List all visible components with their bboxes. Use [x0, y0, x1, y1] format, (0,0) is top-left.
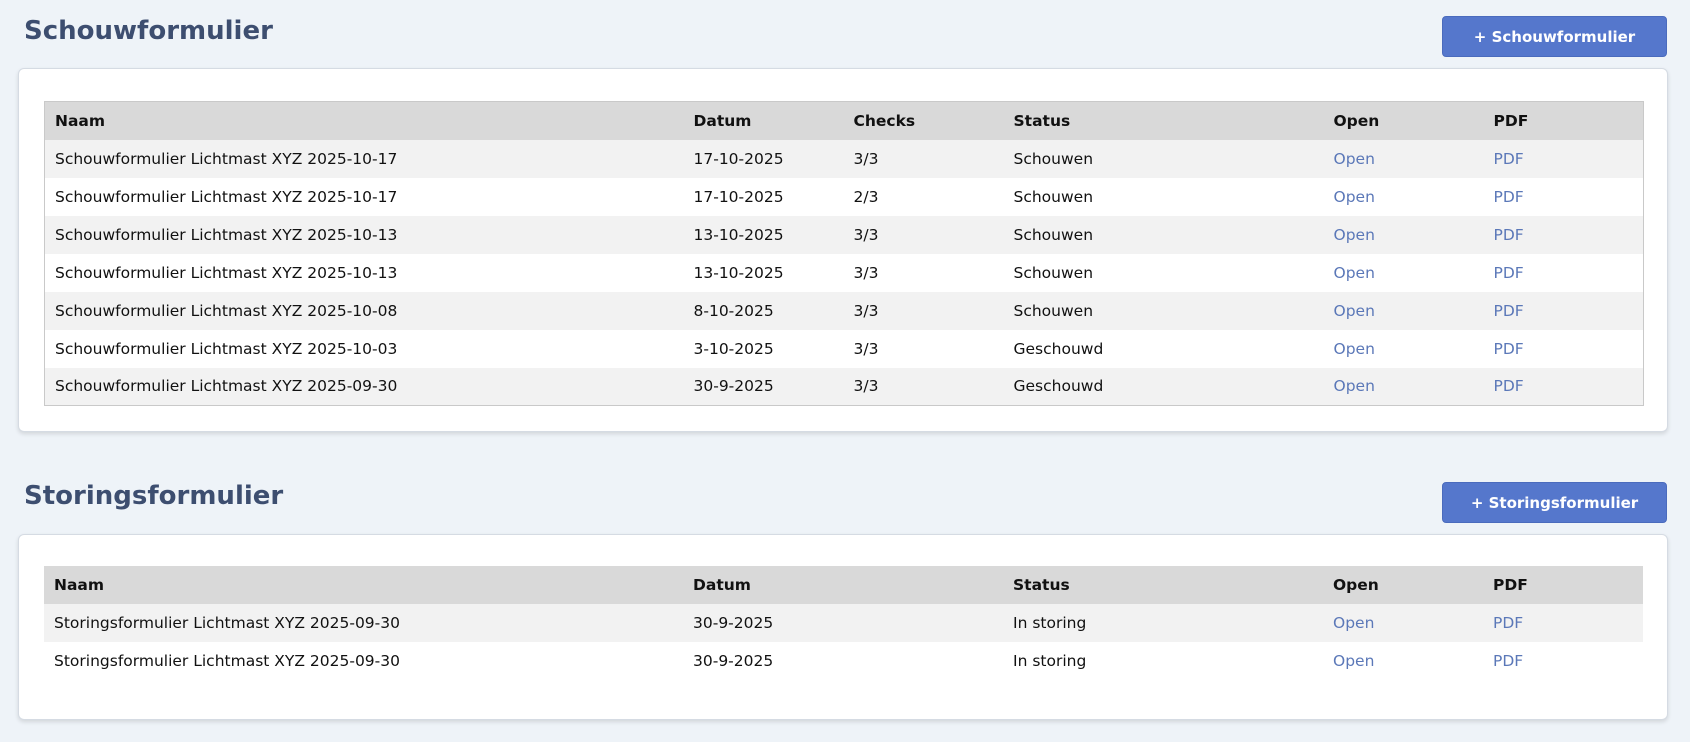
table-row: Schouwformulier Lichtmast XYZ 2025-10-13…	[44, 215, 1644, 254]
open-link[interactable]: Open	[1323, 253, 1484, 292]
cell-status: Geschouwd	[1003, 367, 1324, 406]
cell-naam: Schouwformulier Lichtmast XYZ 2025-10-13	[44, 253, 684, 292]
storingsformulier-card: Naam Datum Status Open PDF Storingsformu…	[18, 534, 1668, 720]
pdf-link[interactable]: PDF	[1483, 329, 1644, 368]
pdf-link[interactable]: PDF	[1483, 253, 1644, 292]
column-header-naam: Naam	[44, 101, 684, 140]
cell-status: Schouwen	[1003, 139, 1324, 178]
column-header-datum: Datum	[683, 566, 1003, 604]
column-header-naam: Naam	[44, 566, 683, 604]
open-link[interactable]: Open	[1323, 642, 1483, 680]
pdf-link[interactable]: PDF	[1483, 367, 1644, 406]
table-row: Schouwformulier Lichtmast XYZ 2025-09-30…	[44, 367, 1644, 406]
table-row: Schouwformulier Lichtmast XYZ 2025-10-03…	[44, 329, 1644, 368]
open-link[interactable]: Open	[1323, 177, 1484, 216]
table-row: Schouwformulier Lichtmast XYZ 2025-10-17…	[44, 139, 1644, 178]
cell-datum: 13-10-2025	[683, 215, 844, 254]
column-header-open: Open	[1323, 101, 1484, 140]
cell-datum: 8-10-2025	[683, 291, 844, 330]
open-link[interactable]: Open	[1323, 604, 1483, 642]
pdf-link[interactable]: PDF	[1483, 139, 1644, 178]
cell-datum: 17-10-2025	[683, 177, 844, 216]
cell-datum: 3-10-2025	[683, 329, 844, 368]
cell-checks: 3/3	[843, 139, 1004, 178]
cell-status: Schouwen	[1003, 291, 1324, 330]
pdf-link[interactable]: PDF	[1483, 291, 1644, 330]
cell-status: Geschouwd	[1003, 329, 1324, 368]
column-header-status: Status	[1003, 101, 1324, 140]
cell-datum: 13-10-2025	[683, 253, 844, 292]
cell-status: Schouwen	[1003, 215, 1324, 254]
schouwformulier-card: Naam Datum Checks Status Open PDF Schouw…	[18, 68, 1668, 432]
column-header-pdf: PDF	[1483, 566, 1643, 604]
cell-checks: 3/3	[843, 329, 1004, 368]
cell-status: Schouwen	[1003, 253, 1324, 292]
storingsformulier-table: Naam Datum Status Open PDF Storingsformu…	[44, 566, 1643, 680]
column-header-open: Open	[1323, 566, 1483, 604]
cell-datum: 30-9-2025	[683, 367, 844, 406]
table-row: Schouwformulier Lichtmast XYZ 2025-10-08…	[44, 291, 1644, 330]
column-header-checks: Checks	[843, 101, 1004, 140]
cell-naam: Schouwformulier Lichtmast XYZ 2025-10-17	[44, 177, 684, 216]
column-header-status: Status	[1003, 566, 1323, 604]
pdf-link[interactable]: PDF	[1483, 215, 1644, 254]
cell-naam: Schouwformulier Lichtmast XYZ 2025-10-03	[44, 329, 684, 368]
pdf-link[interactable]: PDF	[1483, 604, 1643, 642]
open-link[interactable]: Open	[1323, 291, 1484, 330]
cell-naam: Storingsformulier Lichtmast XYZ 2025-09-…	[44, 642, 683, 680]
cell-naam: Schouwformulier Lichtmast XYZ 2025-10-13	[44, 215, 684, 254]
table-header-row: Naam Datum Status Open PDF	[44, 566, 1643, 604]
cell-checks: 2/3	[843, 177, 1004, 216]
pdf-link[interactable]: PDF	[1483, 177, 1644, 216]
cell-naam: Storingsformulier Lichtmast XYZ 2025-09-…	[44, 604, 683, 642]
cell-checks: 3/3	[843, 291, 1004, 330]
table-row: Schouwformulier Lichtmast XYZ 2025-10-17…	[44, 177, 1644, 216]
table-row: Schouwformulier Lichtmast XYZ 2025-10-13…	[44, 253, 1644, 292]
table-row: Storingsformulier Lichtmast XYZ 2025-09-…	[44, 642, 1643, 680]
table-header-row: Naam Datum Checks Status Open PDF	[44, 101, 1644, 140]
pdf-link[interactable]: PDF	[1483, 642, 1643, 680]
storingsformulier-title: Storingsformulier	[24, 481, 284, 511]
cell-status: In storing	[1003, 604, 1323, 642]
cell-datum: 30-9-2025	[683, 642, 1003, 680]
cell-checks: 3/3	[843, 253, 1004, 292]
open-link[interactable]: Open	[1323, 139, 1484, 178]
open-link[interactable]: Open	[1323, 329, 1484, 368]
add-schouwformulier-button[interactable]: + Schouwformulier	[1442, 16, 1667, 57]
page: Schouwformulier + Schouwformulier Naam D…	[0, 0, 1690, 742]
open-link[interactable]: Open	[1323, 367, 1484, 406]
table-row: Storingsformulier Lichtmast XYZ 2025-09-…	[44, 604, 1643, 642]
cell-status: Schouwen	[1003, 177, 1324, 216]
cell-naam: Schouwformulier Lichtmast XYZ 2025-10-08	[44, 291, 684, 330]
cell-datum: 30-9-2025	[683, 604, 1003, 642]
cell-checks: 3/3	[843, 367, 1004, 406]
open-link[interactable]: Open	[1323, 215, 1484, 254]
column-header-datum: Datum	[683, 101, 844, 140]
column-header-pdf: PDF	[1483, 101, 1644, 140]
cell-datum: 17-10-2025	[683, 139, 844, 178]
schouwformulier-table: Naam Datum Checks Status Open PDF Schouw…	[44, 101, 1644, 406]
schouwformulier-title: Schouwformulier	[24, 16, 273, 46]
cell-status: In storing	[1003, 642, 1323, 680]
cell-naam: Schouwformulier Lichtmast XYZ 2025-09-30	[44, 367, 684, 406]
cell-checks: 3/3	[843, 215, 1004, 254]
add-storingsformulier-button[interactable]: + Storingsformulier	[1442, 482, 1667, 523]
cell-naam: Schouwformulier Lichtmast XYZ 2025-10-17	[44, 139, 684, 178]
